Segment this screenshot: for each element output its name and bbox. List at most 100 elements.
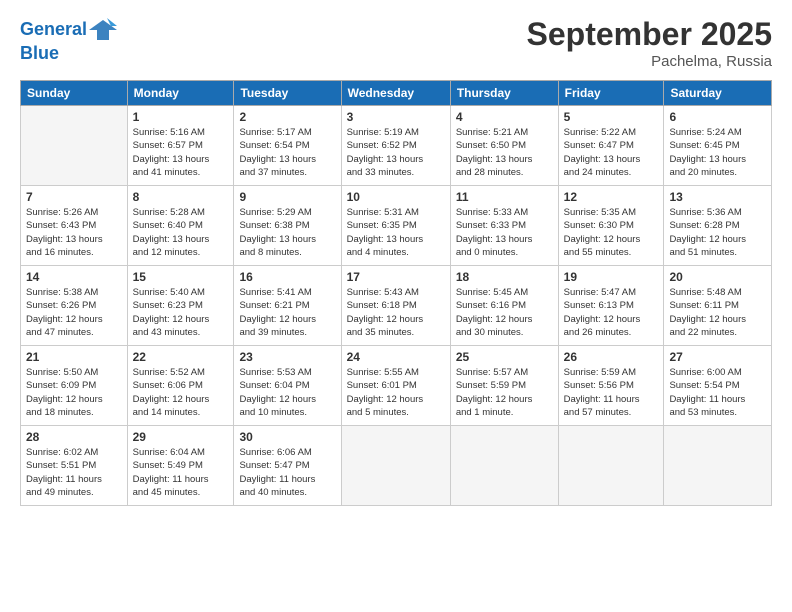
day-number: 14 (26, 270, 122, 284)
day-info: Sunrise: 5:48 AMSunset: 6:11 PMDaylight:… (669, 286, 766, 339)
title-block: September 2025 Pachelma, Russia (527, 16, 772, 70)
table-row: 7Sunrise: 5:26 AMSunset: 6:43 PMDaylight… (21, 186, 128, 266)
logo-text-line1: General (20, 20, 87, 40)
table-row: 10 Sunrise: 5:31 AMSunset: 6:35 PMDayligh… (341, 186, 450, 266)
day-info: Sunrise: 5:57 AMSunset: 5:59 PMDaylight:… (456, 366, 553, 419)
logo-bird-icon (89, 16, 117, 44)
table-row: 17 Sunrise: 5:43 AMSunset: 6:18 PMDayligh… (341, 266, 450, 346)
table-row: 4 Sunrise: 5:21 AMSunset: 6:50 PMDaylight… (450, 106, 558, 186)
page: General Blue September 2025 Pachelma, Ru… (0, 0, 792, 612)
table-row: 24 Sunrise: 5:55 AMSunset: 6:01 PMDayligh… (341, 346, 450, 426)
day-info: Sunrise: 5:40 AMSunset: 6:23 PMDaylight:… (133, 286, 229, 339)
table-row: 12 Sunrise: 5:35 AMSunset: 6:30 PMDayligh… (558, 186, 664, 266)
day-number: 12 (564, 190, 659, 204)
day-info: Sunrise: 6:00 AMSunset: 5:54 PMDaylight:… (669, 366, 766, 419)
table-row: 19Sunrise: 5:47 AMSunset: 6:13 PMDayligh… (558, 266, 664, 346)
day-number: 26 (564, 350, 659, 364)
day-info: Sunrise: 5:21 AMSunset: 6:50 PMDaylight:… (456, 126, 553, 179)
table-row (664, 426, 772, 506)
day-number: 7 (26, 190, 122, 204)
table-row: 18Sunrise: 5:45 AMSunset: 6:16 PMDayligh… (450, 266, 558, 346)
day-info: Sunrise: 5:29 AMSunset: 6:38 PMDaylight:… (239, 206, 335, 259)
day-info: Sunrise: 5:35 AMSunset: 6:30 PMDaylight:… (564, 206, 659, 259)
day-number: 16 (239, 270, 335, 284)
day-info: Sunrise: 5:53 AMSunset: 6:04 PMDaylight:… (239, 366, 335, 419)
day-number: 20 (669, 270, 766, 284)
logo-text-line2: Blue (20, 44, 59, 64)
day-number: 24 (347, 350, 445, 364)
day-number: 10 (347, 190, 445, 204)
month-title: September 2025 (527, 16, 772, 53)
table-row: 5 Sunrise: 5:22 AMSunset: 6:47 PMDaylight… (558, 106, 664, 186)
table-row: 20 Sunrise: 5:48 AMSunset: 6:11 PMDayligh… (664, 266, 772, 346)
day-number: 11 (456, 190, 553, 204)
table-row: 3 Sunrise: 5:19 AMSunset: 6:52 PMDaylight… (341, 106, 450, 186)
header-thursday: Thursday (450, 81, 558, 106)
day-info: Sunrise: 5:43 AMSunset: 6:18 PMDaylight:… (347, 286, 445, 339)
day-info: Sunrise: 6:04 AMSunset: 5:49 PMDaylight:… (133, 446, 229, 499)
day-info: Sunrise: 5:17 AMSunset: 6:54 PMDaylight:… (239, 126, 335, 179)
day-number: 18 (456, 270, 553, 284)
day-info: Sunrise: 5:31 AMSunset: 6:35 PMDaylight:… (347, 206, 445, 259)
day-number: 6 (669, 110, 766, 124)
table-row: 25 Sunrise: 5:57 AMSunset: 5:59 PMDayligh… (450, 346, 558, 426)
day-number: 8 (133, 190, 229, 204)
day-info: Sunrise: 5:22 AMSunset: 6:47 PMDaylight:… (564, 126, 659, 179)
table-row: 6 Sunrise: 5:24 AMSunset: 6:45 PMDaylight… (664, 106, 772, 186)
day-info: Sunrise: 6:02 AMSunset: 5:51 PMDaylight:… (26, 446, 122, 499)
header-wednesday: Wednesday (341, 81, 450, 106)
day-info: Sunrise: 5:50 AMSunset: 6:09 PMDaylight:… (26, 366, 122, 419)
table-row: 27 Sunrise: 6:00 AMSunset: 5:54 PMDayligh… (664, 346, 772, 426)
day-info: Sunrise: 5:41 AMSunset: 6:21 PMDaylight:… (239, 286, 335, 339)
day-number: 9 (239, 190, 335, 204)
calendar-header: Sunday Monday Tuesday Wednesday Thursday… (21, 81, 772, 106)
day-number: 1 (133, 110, 229, 124)
header-monday: Monday (127, 81, 234, 106)
table-row: 26 Sunrise: 5:59 AMSunset: 5:56 PMDayligh… (558, 346, 664, 426)
day-info: Sunrise: 5:36 AMSunset: 6:28 PMDaylight:… (669, 206, 766, 259)
day-number: 5 (564, 110, 659, 124)
table-row: 9 Sunrise: 5:29 AMSunset: 6:38 PMDaylight… (234, 186, 341, 266)
day-number: 25 (456, 350, 553, 364)
calendar-body: 1 Sunrise: 5:16 AMSunset: 6:57 PMDaylight… (21, 106, 772, 506)
table-row (450, 426, 558, 506)
day-info: Sunrise: 5:33 AMSunset: 6:33 PMDaylight:… (456, 206, 553, 259)
day-info: Sunrise: 5:52 AMSunset: 6:06 PMDaylight:… (133, 366, 229, 419)
table-row (341, 426, 450, 506)
header-row: Sunday Monday Tuesday Wednesday Thursday… (21, 81, 772, 106)
header-saturday: Saturday (664, 81, 772, 106)
day-number: 27 (669, 350, 766, 364)
day-number: 15 (133, 270, 229, 284)
table-row: 2 Sunrise: 5:17 AMSunset: 6:54 PMDaylight… (234, 106, 341, 186)
day-info: Sunrise: 5:19 AMSunset: 6:52 PMDaylight:… (347, 126, 445, 179)
table-row: 30Sunrise: 6:06 AMSunset: 5:47 PMDayligh… (234, 426, 341, 506)
day-info: Sunrise: 5:16 AMSunset: 6:57 PMDaylight:… (133, 126, 229, 179)
table-row: 11 Sunrise: 5:33 AMSunset: 6:33 PMDayligh… (450, 186, 558, 266)
logo: General Blue (20, 16, 117, 64)
table-row: 8Sunrise: 5:28 AMSunset: 6:40 PMDaylight… (127, 186, 234, 266)
day-number: 13 (669, 190, 766, 204)
location: Pachelma, Russia (527, 53, 772, 70)
day-number: 29 (133, 430, 229, 444)
day-info: Sunrise: 5:38 AMSunset: 6:26 PMDaylight:… (26, 286, 122, 339)
day-number: 21 (26, 350, 122, 364)
day-number: 17 (347, 270, 445, 284)
calendar-table: Sunday Monday Tuesday Wednesday Thursday… (20, 80, 772, 506)
day-number: 4 (456, 110, 553, 124)
day-number: 2 (239, 110, 335, 124)
header-friday: Friday (558, 81, 664, 106)
table-row: 14 Sunrise: 5:38 AMSunset: 6:26 PMDayligh… (21, 266, 128, 346)
day-info: Sunrise: 5:47 AMSunset: 6:13 PMDaylight:… (564, 286, 659, 339)
day-info: Sunrise: 5:24 AMSunset: 6:45 PMDaylight:… (669, 126, 766, 179)
table-row (558, 426, 664, 506)
day-info: Sunrise: 5:55 AMSunset: 6:01 PMDaylight:… (347, 366, 445, 419)
day-number: 28 (26, 430, 122, 444)
day-info: Sunrise: 6:06 AMSunset: 5:47 PMDaylight:… (239, 446, 335, 499)
table-row: 1 Sunrise: 5:16 AMSunset: 6:57 PMDaylight… (127, 106, 234, 186)
table-row: 15 Sunrise: 5:40 AMSunset: 6:23 PMDayligh… (127, 266, 234, 346)
header-sunday: Sunday (21, 81, 128, 106)
table-row: 28 Sunrise: 6:02 AMSunset: 5:51 PMDayligh… (21, 426, 128, 506)
day-info: Sunrise: 5:59 AMSunset: 5:56 PMDaylight:… (564, 366, 659, 419)
day-number: 3 (347, 110, 445, 124)
table-row: 29 Sunrise: 6:04 AMSunset: 5:49 PMDayligh… (127, 426, 234, 506)
